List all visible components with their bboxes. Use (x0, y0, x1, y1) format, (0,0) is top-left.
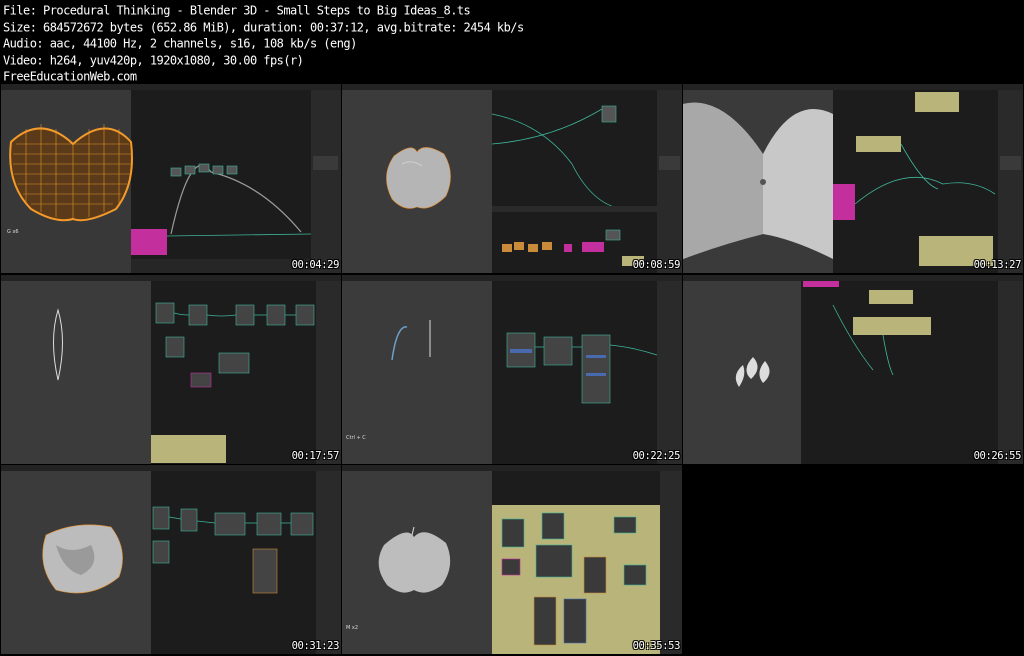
timestamp-label: 00:26:55 (973, 450, 1022, 462)
thumbnail-8[interactable]: M x2 00:35:53 (342, 465, 682, 654)
thumbnail-1[interactable]: G x6 00:04:29 (1, 84, 341, 273)
file-info-header: File: Procedural Thinking - Blender 3D -… (3, 2, 1021, 85)
timestamp-label: 00:04:29 (291, 259, 340, 271)
timestamp-label: 00:35:53 (632, 640, 681, 652)
thumbnail-4[interactable]: 00:17:57 (1, 275, 341, 464)
shortcut-label: Ctrl + C (346, 435, 366, 441)
video-info-line: Video: h264, yuv420p, 1920x1080, 30.00 f… (3, 52, 304, 68)
timestamp-label: 00:08:59 (632, 259, 681, 271)
thumbnail-3[interactable]: 00:13:27 (683, 84, 1023, 273)
thumbnail-2[interactable]: 00:08:59 (342, 84, 682, 273)
timestamp-label: 00:22:25 (632, 450, 681, 462)
thumbnail-6[interactable]: 00:26:55 (683, 275, 1023, 464)
shortcut-label: M x2 (346, 625, 359, 631)
file-name-line: File: Procedural Thinking - Blender 3D -… (3, 3, 471, 18)
thumbnail-7[interactable]: 00:31:23 (1, 465, 341, 654)
thumbnail-1-scene (1, 84, 341, 273)
apple-mesh-icon (386, 147, 451, 209)
thumbnail-5[interactable]: Ctrl + C 00:22:25 (342, 275, 682, 464)
audio-info-line: Audio: aac, 44100 Hz, 2 channels, s16, 1… (3, 36, 357, 51)
timestamp-label: 00:17:57 (291, 450, 340, 462)
timestamp-label: 00:31:23 (291, 640, 340, 652)
empty-cell (683, 465, 1023, 654)
sculpted-mesh-icon (42, 524, 123, 594)
file-size-line: Size: 684572672 bytes (652.86 MiB), dura… (3, 19, 524, 35)
timestamp-label: 00:13:27 (973, 259, 1022, 271)
site-name-line: FreeEducationWeb.com (3, 69, 137, 84)
shortcut-label: G x6 (7, 229, 19, 235)
